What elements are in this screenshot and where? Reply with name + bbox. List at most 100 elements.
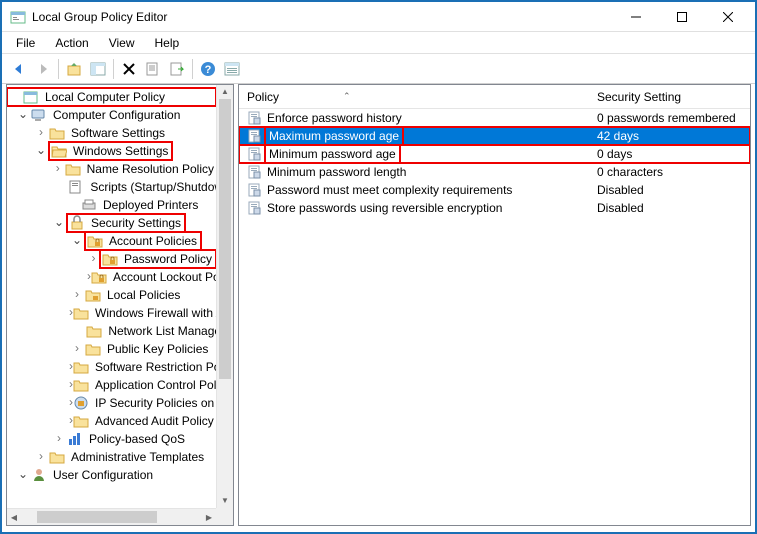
list-row[interactable]: Store passwords using reversible encrypt… [239,199,750,217]
policy-name: Maximum password age [267,129,401,143]
tree-account-policies[interactable]: ⌄ Account Policies [7,232,216,250]
folder-icon [73,413,89,429]
toolbar-separator [192,59,193,79]
tree-scripts[interactable]: Scripts (Startup/Shutdown) [7,178,216,196]
help-button[interactable]: ? [197,58,219,80]
list-row[interactable]: Enforce password history 0 passwords reme… [239,109,750,127]
folder-icon [86,323,102,339]
tree-ipsec[interactable]: › IP Security Policies on Local Computer [7,394,216,412]
export-list-button[interactable] [166,58,188,80]
policy-setting: Disabled [589,201,750,215]
folder-icon [73,377,89,393]
policy-setting: Disabled [589,183,750,197]
folder-icon [49,125,65,141]
tree-root[interactable]: Local Computer Policy [7,88,216,106]
menu-action[interactable]: Action [45,34,98,52]
maximize-button[interactable] [659,2,705,32]
folder-icon [73,359,89,375]
locked-folder-icon [102,251,118,267]
sort-indicator-icon: ⌃ [343,91,351,102]
tree-netlist[interactable]: Network List Manager Policies [7,322,216,340]
list-pane: Policy ⌃ Security Setting Enforce passwo… [238,84,751,526]
svg-text:?: ? [205,64,212,76]
policy-setting: 42 days [589,129,750,143]
policy-name: Minimum password length [267,165,406,179]
toolbar: ? [2,54,755,84]
tree-firewall[interactable]: › Windows Firewall with Advanced Securit… [7,304,216,322]
policy-setting: 0 days [589,147,750,161]
list-row[interactable]: Minimum password length 0 characters [239,163,750,181]
tree-app-control[interactable]: › Application Control Policies [7,376,216,394]
tree-windows-settings[interactable]: ⌄ Windows Settings [7,142,216,160]
tree-password-policy[interactable]: › Password Policy [7,250,216,268]
list-row[interactable]: Minimum password age 0 days [239,145,750,163]
policy-name: Minimum password age [267,147,398,161]
tree-name-resolution[interactable]: › Name Resolution Policy [7,160,216,178]
policy-setting: 0 passwords remembered [589,111,750,125]
tree-qos[interactable]: › Policy-based QoS [7,430,216,448]
minimize-button[interactable] [613,2,659,32]
tree-software-settings[interactable]: › Software Settings [7,124,216,142]
policy-name: Enforce password history [267,111,402,125]
tree-account-lockout[interactable]: › Account Lockout Policy [7,268,216,286]
user-icon [31,467,47,483]
tree-pubkey[interactable]: › Public Key Policies [7,340,216,358]
toolbar-separator [58,59,59,79]
qos-icon [67,431,83,447]
folder-icon [85,341,101,357]
folder-icon [73,305,89,321]
close-button[interactable] [705,2,751,32]
ipsec-icon [73,395,89,411]
column-header-setting[interactable]: Security Setting [589,90,750,104]
tree-soft-restrict[interactable]: › Software Restriction Policies [7,358,216,376]
window-title: Local Group Policy Editor [32,10,613,24]
forward-button[interactable] [32,58,54,80]
back-button[interactable] [8,58,30,80]
tree-security-settings[interactable]: ⌄ Security Settings [7,214,216,232]
app-icon [10,9,26,25]
menu-bar: File Action View Help [2,32,755,54]
menu-help[interactable]: Help [145,34,190,52]
policy-name: Password must meet complexity requiremen… [267,183,512,197]
policy-setting: 0 characters [589,165,750,179]
security-icon [69,215,85,231]
delete-button[interactable] [118,58,140,80]
folder-icon [49,449,65,465]
filter-button[interactable] [221,58,243,80]
tree-deployed-printers[interactable]: Deployed Printers [7,196,216,214]
folder-icon [65,161,81,177]
tree-pane: Local Computer Policy ⌄ Computer Configu… [6,84,234,526]
menu-file[interactable]: File [6,34,45,52]
toolbar-separator [113,59,114,79]
scripts-icon [68,179,84,195]
locked-folder-icon [87,233,103,249]
policy-name: Store passwords using reversible encrypt… [267,201,502,215]
properties-button[interactable] [142,58,164,80]
policy-item-icon [247,200,263,216]
menu-view[interactable]: View [99,34,145,52]
folder-open-icon [51,143,67,159]
show-hide-tree-button[interactable] [87,58,109,80]
tree-local-policies[interactable]: › Local Policies [7,286,216,304]
tree-user-configuration[interactable]: ⌄ User Configuration [7,466,216,484]
title-bar: Local Group Policy Editor [2,2,755,32]
list-row[interactable]: Maximum password age 42 days [239,127,750,145]
policy-item-icon [247,164,263,180]
column-header-policy[interactable]: Policy ⌃ [239,90,589,104]
computer-icon [31,107,47,123]
list-row[interactable]: Password must meet complexity requiremen… [239,181,750,199]
locked-folder-icon [85,287,101,303]
printer-icon [81,197,97,213]
policy-item-icon [247,128,263,144]
locked-folder-icon [91,269,107,285]
policy-item-icon [247,146,263,162]
tree-admin-templates[interactable]: › Administrative Templates [7,448,216,466]
tree-vertical-scrollbar[interactable]: ▲▼ [216,85,233,508]
tree-horizontal-scrollbar[interactable]: ◀▶ [7,508,216,525]
policy-icon [23,89,39,105]
list-header: Policy ⌃ Security Setting [239,85,750,109]
tree-computer-configuration[interactable]: ⌄ Computer Configuration [7,106,216,124]
policy-item-icon [247,182,263,198]
up-button[interactable] [63,58,85,80]
tree-adv-audit[interactable]: › Advanced Audit Policy Configuration [7,412,216,430]
